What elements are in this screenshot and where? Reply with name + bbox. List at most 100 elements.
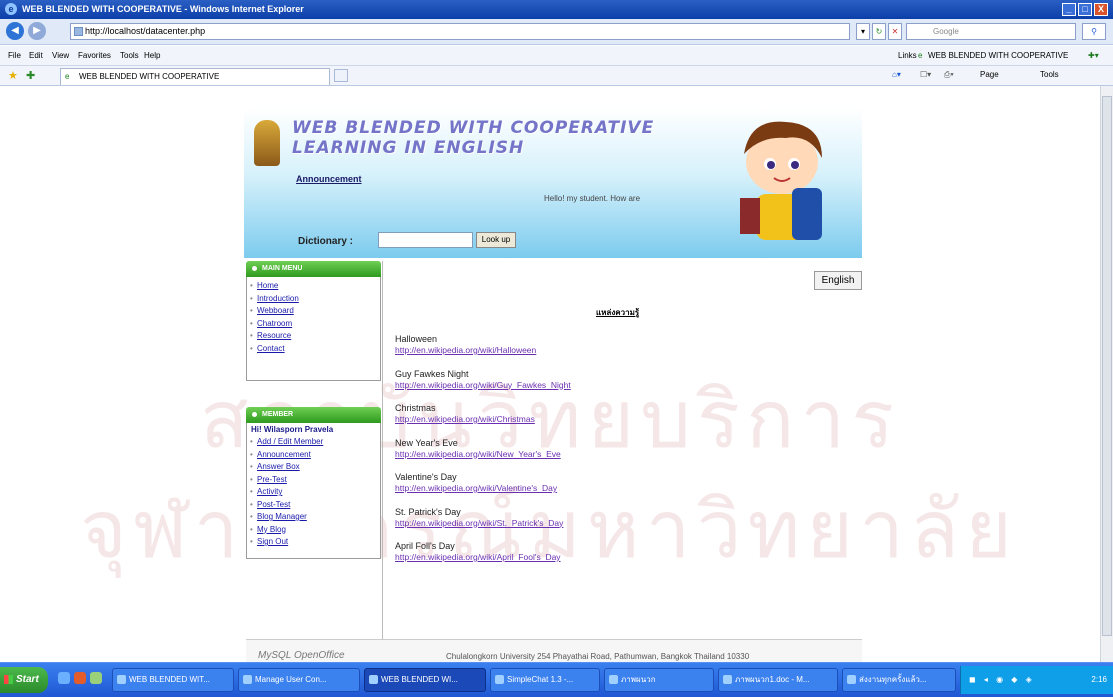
taskbar-item[interactable]: ภาพผนวก (604, 668, 714, 692)
resource-title: Guy Fawkes Night (395, 368, 469, 379)
university-crest-icon (254, 120, 280, 166)
page-content: สถาบันวิทยบริการ จุฬาลงกรณ์มหาวิทยาลัย W… (0, 86, 1100, 662)
add-favorite-icon[interactable]: ✚ (26, 69, 35, 82)
resource-link[interactable]: http://en.wikipedia.org/wiki/Valentine's… (395, 483, 557, 493)
member-greeting: Hi! Wilasporn Pravela (251, 425, 334, 434)
member-announcement[interactable]: Announcement (247, 450, 380, 463)
taskbar-item-active[interactable]: WEB BLENDED WI... (364, 668, 486, 692)
menu-favorites[interactable]: Favorites (78, 51, 111, 60)
scrollbar-thumb[interactable] (1102, 96, 1112, 636)
feeds-icon[interactable]: ☐▾ (920, 70, 931, 79)
taskbar-item[interactable]: WEB BLENDED WIT... (112, 668, 234, 692)
menu-edit[interactable]: Edit (29, 51, 43, 60)
search-input[interactable]: Google (906, 23, 1076, 40)
taskbar-item[interactable]: Manage User Con... (238, 668, 360, 692)
nav-contact[interactable]: Contact (247, 344, 380, 357)
taskbar-item[interactable]: ภาพผนวก1.doc - M... (718, 668, 838, 692)
menu-help[interactable]: Help (144, 51, 160, 60)
member-activity[interactable]: Activity (247, 487, 380, 500)
nav-chatroom[interactable]: Chatroom (247, 319, 380, 332)
nav-home[interactable]: Home (247, 281, 380, 294)
address-bar: ◀ ▶ http://localhost/datacenter.php ▾ ↻ … (0, 19, 1113, 45)
list-item: Christmas http://en.wikipedia.org/wiki/C… (395, 403, 815, 438)
resource-link[interactable]: http://en.wikipedia.org/wiki/St._Patrick… (395, 518, 563, 528)
taskbar-item[interactable]: SimpleChat 1.3 -... (490, 668, 600, 692)
nav-introduction[interactable]: Introduction (247, 294, 380, 307)
quicklaunch-ie-icon[interactable] (58, 672, 70, 684)
start-button[interactable]: Start (0, 667, 48, 693)
resources-heading: แหล่งความรู้ (596, 308, 640, 317)
site-title-line1: WEB BLENDED WITH COOPERATIVE (292, 118, 655, 138)
member-sign-out[interactable]: Sign Out (247, 537, 380, 550)
resource-link[interactable]: http://en.wikipedia.org/wiki/New_Year's_… (395, 449, 561, 459)
url-text: http://localhost/datacenter.php (85, 26, 206, 36)
links-item[interactable]: WEB BLENDED WITH COOPERATIVE (928, 51, 1068, 60)
announcement-link[interactable]: Announcement (296, 174, 362, 184)
page-footer: MySQL OpenOffice Chulalongkorn Universit… (246, 639, 862, 662)
left-sidebar: MAIN MENU Home Introduction Webboard Cha… (246, 261, 383, 662)
address-dropdown-icon[interactable]: ▾ (856, 23, 870, 40)
page-menu[interactable]: Page (980, 70, 999, 79)
resource-title: Christmas (395, 403, 436, 413)
cartoon-student-image (740, 121, 822, 240)
main-menu-panel: Home Introduction Webboard Chatroom Reso… (246, 277, 381, 381)
taskbar-item[interactable]: ส่งงานทุกครั้งแล้ว... (842, 668, 956, 692)
nav-webboard[interactable]: Webboard (247, 306, 380, 319)
member-add-edit-member[interactable]: Add / Edit Member (247, 437, 380, 450)
member-menu-panel: Hi! Wilasporn Pravela Add / Edit Member … (246, 423, 381, 559)
announcement-marquee: Hello! my student. How are (544, 194, 641, 203)
tools-menu[interactable]: Tools (1040, 70, 1059, 79)
system-tray: ◼ ◂ ◉ ◆ ◈ 2:16 (960, 666, 1113, 694)
list-item: Guy Fawkes Night http://en.wikipedia.org… (395, 369, 815, 404)
favorites-star-icon[interactable]: ★ (8, 69, 18, 82)
stop-icon[interactable]: ✕ (888, 23, 902, 40)
nav-resource[interactable]: Resource (247, 331, 380, 344)
member-pre-test[interactable]: Pre-Test (247, 475, 380, 488)
menu-file[interactable]: File (8, 51, 21, 60)
maximize-button[interactable]: □ (1078, 3, 1092, 16)
quicklaunch-desktop-icon[interactable] (90, 672, 102, 684)
tab-favicon-icon: e (65, 72, 70, 81)
menu-tools[interactable]: Tools (120, 51, 139, 60)
links-favicon-icon: e (918, 51, 923, 60)
member-blog-manager[interactable]: Blog Manager (247, 512, 380, 525)
new-tab-icon[interactable] (334, 69, 348, 82)
menu-view[interactable]: View (52, 51, 69, 60)
resource-link[interactable]: http://en.wikipedia.org/wiki/Christmas (395, 414, 535, 424)
resource-link[interactable]: http://en.wikipedia.org/wiki/Guy_Fawkes_… (395, 380, 571, 390)
tray-icons[interactable]: ◼ ◂ ◉ ◆ ◈ (969, 666, 1035, 694)
site-title-line2: LEARNING IN ENGLISH (292, 138, 525, 158)
favorites-bar: ★ ✚ e WEB BLENDED WITH COOPERATIVE ⌂▾ ☐▾… (0, 66, 1113, 86)
tab-label: WEB BLENDED WITH COOPERATIVE (79, 72, 220, 81)
links-extra-icon[interactable]: ✚▾ (1088, 51, 1099, 60)
home-icon[interactable]: ⌂▾ (892, 70, 901, 79)
resource-link[interactable]: http://en.wikipedia.org/wiki/April_Fool'… (395, 552, 561, 562)
url-field[interactable]: http://localhost/datacenter.php (70, 23, 850, 40)
resource-title: Valentine's Day (395, 472, 457, 482)
vertical-scrollbar[interactable] (1100, 86, 1113, 662)
english-button[interactable]: English (814, 271, 862, 290)
site-title: WEB BLENDED WITH COOPERATIVE LEARNING IN… (292, 118, 654, 158)
print-icon[interactable]: ⎙▾ (944, 70, 954, 80)
back-icon[interactable]: ◀ (6, 22, 24, 40)
refresh-icon[interactable]: ↻ (872, 23, 886, 40)
close-button[interactable]: X (1094, 3, 1108, 16)
member-my-blog[interactable]: My Blog (247, 525, 380, 538)
ie-icon: e (5, 3, 17, 15)
member-answer-box[interactable]: Answer Box (247, 462, 380, 475)
dictionary-label: Dictionary : (298, 236, 354, 247)
search-icon[interactable]: ⚲ (1082, 23, 1106, 40)
resource-link[interactable]: http://en.wikipedia.org/wiki/Halloween (395, 345, 536, 355)
member-post-test[interactable]: Post-Test (247, 500, 380, 513)
footer-logos: MySQL OpenOffice (258, 650, 345, 661)
quicklaunch-media-icon[interactable] (74, 672, 86, 684)
resource-title: St. Patrick's Day (395, 506, 461, 517)
list-item: New Year's Eve http://en.wikipedia.org/w… (395, 438, 815, 473)
menu-bar: File Edit View Favorites Tools Help Link… (0, 46, 1113, 66)
list-item: Halloween http://en.wikipedia.org/wiki/H… (395, 334, 815, 369)
browser-tab[interactable]: e WEB BLENDED WITH COOPERATIVE (60, 68, 330, 85)
dictionary-input[interactable] (378, 232, 473, 248)
minimize-button[interactable]: _ (1062, 3, 1076, 16)
lookup-button[interactable]: Look up (476, 232, 516, 248)
forward-icon[interactable]: ▶ (28, 22, 46, 40)
